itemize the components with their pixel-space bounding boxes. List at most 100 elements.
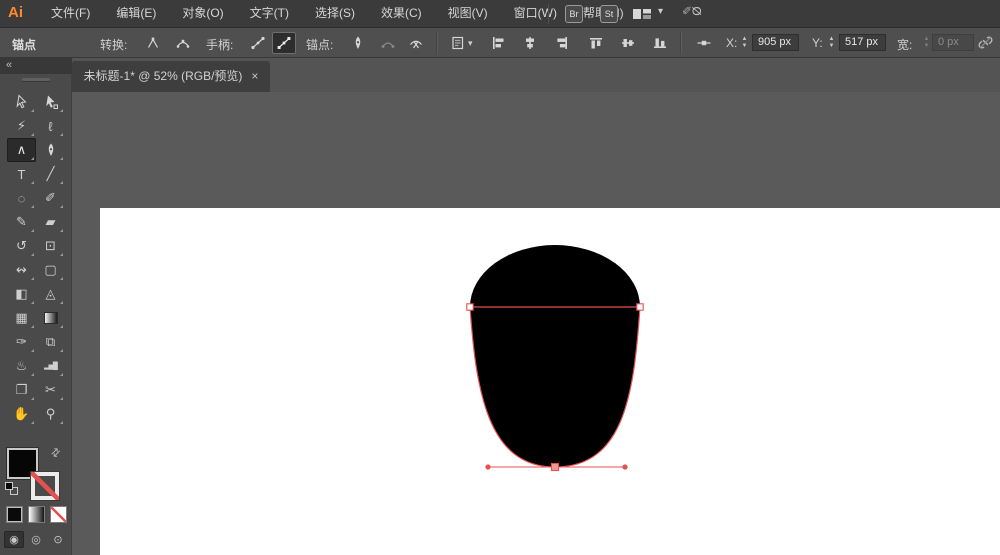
zoom-tool[interactable]: ⚲ bbox=[36, 402, 65, 426]
swap-fill-stroke-icon[interactable]: ⇄ bbox=[48, 445, 63, 460]
remove-anchor-icon[interactable] bbox=[346, 32, 370, 54]
scale-tool[interactable]: ⊡ bbox=[36, 234, 65, 258]
align-h-center-icon[interactable] bbox=[518, 32, 542, 54]
tools-grid: ⚡ ℓ ∧ T ╱ ◌ ✐ ✎ ▰ ↺ ⊡ ↭ ▢ ◧ ◬ ▦ ✑ ⧉ ♨ ▂▅█ ❐ ✂ ✋ ⚲ bbox=[7, 90, 65, 426]
gradient-tool[interactable] bbox=[36, 306, 65, 330]
document-tab[interactable]: 未标题-1* @ 52% (RGB/预览) × bbox=[72, 61, 270, 92]
free-transform-tool[interactable]: ▢ bbox=[36, 258, 65, 282]
color-fill-button[interactable] bbox=[6, 506, 23, 523]
drawing-modes: ◉ ◎ ⊙ bbox=[4, 531, 70, 548]
align-v-center-icon[interactable] bbox=[616, 32, 640, 54]
symbol-sprayer-tool[interactable]: ♨ bbox=[7, 354, 36, 378]
x-input[interactable]: 905 px bbox=[752, 34, 799, 51]
isolate-object-icon[interactable] bbox=[446, 32, 470, 54]
eyedropper-tool[interactable]: ✑ bbox=[7, 330, 36, 354]
y-stepper[interactable]: ▲ ▼ bbox=[827, 35, 836, 51]
blend-tool[interactable]: ⧉ bbox=[36, 330, 65, 354]
separator bbox=[548, 4, 549, 24]
anchor-point-tool[interactable]: ∧ bbox=[7, 138, 36, 162]
width-stepper: ▲ ▼ bbox=[923, 36, 930, 49]
collapse-panel-icon[interactable]: « bbox=[6, 59, 12, 71]
handles-label: 手柄: bbox=[206, 38, 234, 52]
chevron-down-icon[interactable]: ▾ bbox=[658, 6, 663, 17]
perspective-grid-tool[interactable]: ◬ bbox=[36, 282, 65, 306]
lasso-tool[interactable]: ℓ bbox=[36, 114, 65, 138]
align-bottom-icon[interactable] bbox=[648, 32, 672, 54]
menu-item-effect[interactable]: 效果(C) bbox=[368, 0, 435, 28]
anchor-point-left[interactable] bbox=[466, 303, 474, 311]
menu-item-type[interactable]: 文字(T) bbox=[237, 0, 302, 28]
y-input[interactable]: 517 px bbox=[839, 34, 886, 51]
app-logo: Ai bbox=[8, 4, 23, 21]
connect-endpoints-icon bbox=[376, 32, 400, 54]
x-stepper[interactable]: ▲ ▼ bbox=[740, 35, 749, 51]
convert-to-corner-icon[interactable] bbox=[141, 32, 165, 54]
direct-selection-tool[interactable] bbox=[36, 90, 65, 114]
menu-item-edit[interactable]: 编辑(E) bbox=[103, 0, 169, 28]
cut-path-at-anchor-icon[interactable] bbox=[404, 32, 428, 54]
draw-inside-mode[interactable]: ⊙ bbox=[48, 531, 68, 548]
separator bbox=[436, 32, 437, 54]
menu-item-file[interactable]: 文件(F) bbox=[38, 0, 103, 28]
draw-normal-mode[interactable]: ◉ bbox=[4, 531, 24, 548]
illustrator-window: Ai 文件(F) 编辑(E) 对象(O) 文字(T) 选择(S) 效果(C) 视图(V) 窗口… bbox=[0, 0, 1000, 555]
draw-behind-mode[interactable]: ◎ bbox=[26, 531, 46, 548]
shape-builder-tool[interactable]: ◧ bbox=[7, 282, 36, 306]
line-segment-tool[interactable]: ╱ bbox=[36, 162, 65, 186]
selection-tool[interactable] bbox=[7, 90, 36, 114]
menu-item-window[interactable]: 窗口(W) bbox=[501, 0, 570, 28]
control-bar: 锚点 转换: 手柄: 锚点: ▾ X: ▲ ▼ 905 px Y: ▲ ▼ 517 … bbox=[0, 28, 1000, 58]
y-label: Y: bbox=[812, 36, 823, 50]
anchor-point-right[interactable] bbox=[636, 303, 644, 311]
direction-handle-end-right[interactable] bbox=[622, 464, 628, 470]
none-fill-button[interactable] bbox=[50, 506, 67, 523]
rotate-tool[interactable]: ↺ bbox=[7, 234, 36, 258]
eraser-tool[interactable]: ▰ bbox=[36, 210, 65, 234]
hide-handles-icon[interactable] bbox=[246, 32, 270, 54]
menu-item-select[interactable]: 选择(S) bbox=[302, 0, 368, 28]
stroke-color-swatch[interactable] bbox=[31, 472, 59, 500]
gpu-performance-icon[interactable]: ✐Ø bbox=[682, 4, 704, 18]
pencil-tool[interactable]: ✎ bbox=[7, 210, 36, 234]
bridge-button[interactable]: Br bbox=[565, 5, 583, 23]
close-tab-icon[interactable]: × bbox=[251, 61, 258, 91]
color-buttons bbox=[6, 506, 68, 523]
chevron-down-icon[interactable]: ▾ bbox=[468, 38, 473, 49]
gradient-fill-button[interactable] bbox=[28, 506, 45, 523]
convert-to-smooth-icon[interactable] bbox=[171, 32, 195, 54]
hand-tool[interactable]: ✋ bbox=[7, 402, 36, 426]
align-to-key-anchor-icon[interactable] bbox=[692, 32, 716, 54]
menu-item-view[interactable]: 视图(V) bbox=[435, 0, 501, 28]
pen-tool[interactable] bbox=[36, 138, 65, 162]
type-tool[interactable]: T bbox=[7, 162, 36, 186]
magic-wand-tool[interactable]: ⚡ bbox=[7, 114, 36, 138]
panel-drag-gripper[interactable] bbox=[22, 78, 50, 81]
width-label: 宽: bbox=[897, 38, 913, 52]
anchors-label: 锚点: bbox=[306, 38, 334, 52]
mesh-tool[interactable]: ▦ bbox=[7, 306, 36, 330]
artboard-tool[interactable]: ❐ bbox=[7, 378, 36, 402]
align-top-icon[interactable] bbox=[584, 32, 608, 54]
slice-tool[interactable]: ✂ bbox=[36, 378, 65, 402]
column-graph-tool[interactable]: ▂▅█ bbox=[36, 354, 65, 378]
align-right-icon[interactable] bbox=[550, 32, 574, 54]
width-input: 0 px bbox=[932, 34, 974, 51]
power-glyph: Ø bbox=[689, 6, 704, 16]
constrain-proportions-icon bbox=[977, 34, 994, 54]
artwork-layer bbox=[466, 245, 644, 472]
default-fill-stroke-icon[interactable] bbox=[5, 482, 20, 497]
workspace-switcher-icon[interactable] bbox=[632, 7, 652, 24]
menu-item-object[interactable]: 对象(O) bbox=[169, 0, 236, 28]
anchor-point-selected[interactable] bbox=[550, 462, 560, 472]
stock-button[interactable]: St bbox=[600, 5, 618, 23]
show-handles-icon[interactable] bbox=[272, 32, 296, 54]
selected-path[interactable] bbox=[469, 306, 641, 468]
direction-handle-end-left[interactable] bbox=[485, 464, 491, 470]
align-left-icon[interactable] bbox=[486, 32, 510, 54]
paintbrush-tool[interactable]: ✐ bbox=[36, 186, 65, 210]
width-tool[interactable]: ↭ bbox=[7, 258, 36, 282]
canvas-pasteboard[interactable] bbox=[72, 92, 1000, 555]
ellipse-tool[interactable]: ◌ bbox=[7, 186, 36, 210]
separator bbox=[680, 32, 681, 54]
document-tab-title: 未标题-1* @ 52% (RGB/预览) bbox=[83, 69, 243, 83]
